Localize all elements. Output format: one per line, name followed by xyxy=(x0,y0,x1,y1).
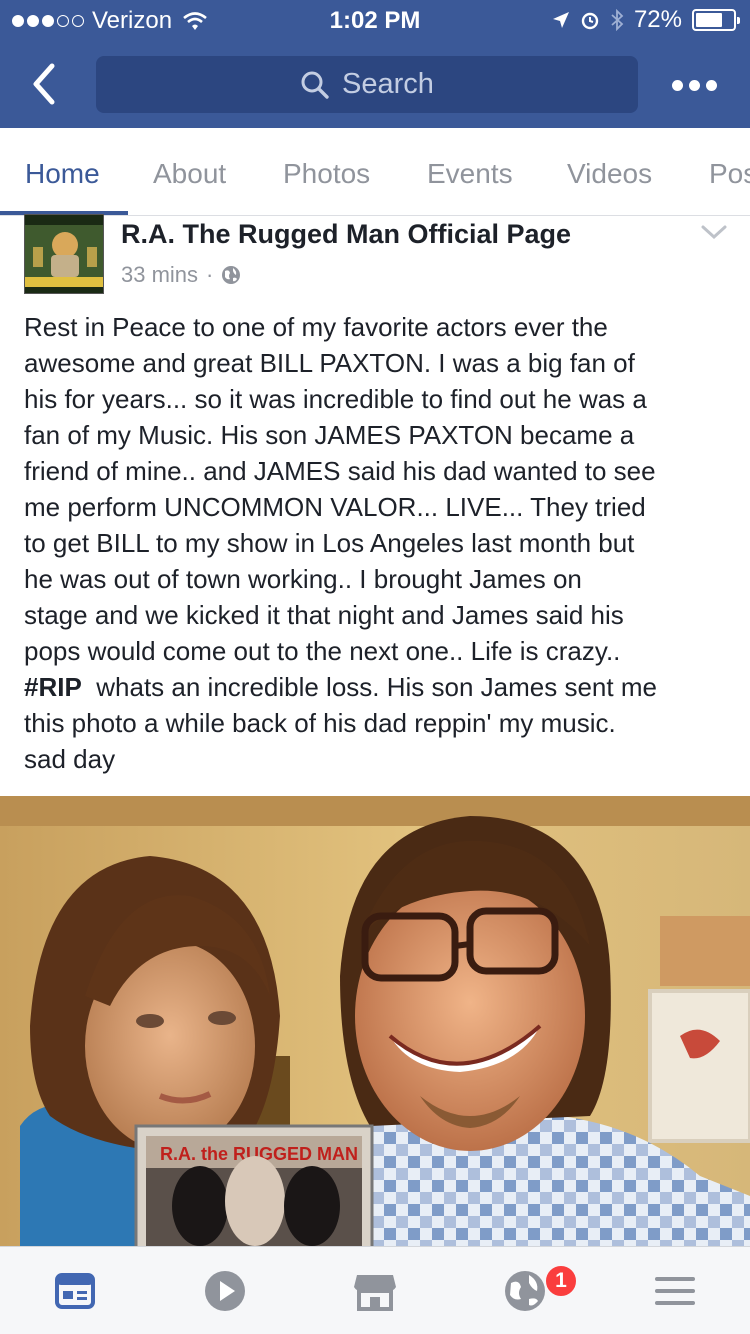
post-text-line: me perform UNCOMMON VALOR... LIVE... The… xyxy=(24,492,646,522)
navigation-bar: Search xyxy=(0,40,750,128)
battery-icon xyxy=(692,9,740,31)
globe-icon xyxy=(222,266,241,284)
video-play-icon xyxy=(205,1271,245,1311)
post-text-line: awesome and great BILL PAXTON. I was a b… xyxy=(24,348,635,378)
post-text-fragment: whats an incredible loss. His son James … xyxy=(81,672,657,702)
tab-events[interactable]: Events xyxy=(427,158,513,190)
tab-videos[interactable]: Videos xyxy=(567,158,652,190)
tab-photos[interactable]: Photos xyxy=(283,158,370,190)
more-options-button[interactable] xyxy=(672,80,717,91)
bluetooth-icon xyxy=(611,9,624,31)
search-input[interactable]: Search xyxy=(96,56,638,113)
tab-home[interactable]: Home xyxy=(25,158,100,190)
hashtag-link[interactable]: #RIP xyxy=(24,672,82,702)
status-bar: Verizon 1:02 PM 72% xyxy=(0,0,750,40)
bottom-tab-bar xyxy=(0,1246,750,1334)
location-arrow-icon xyxy=(552,12,569,28)
notification-badge: 1 xyxy=(544,1264,578,1298)
post-text-line: sad day xyxy=(24,744,116,774)
marketplace-icon xyxy=(354,1275,396,1311)
back-chevron-icon xyxy=(33,63,55,105)
search-icon xyxy=(301,71,329,99)
post-text-line: stage and we kicked it that night and Ja… xyxy=(24,600,624,630)
post-text: Rest in Peace to one of my favorite acto… xyxy=(24,309,736,777)
tab-about[interactable]: About xyxy=(153,158,226,190)
post-text-line: this photo a while back of his dad reppi… xyxy=(24,708,616,738)
post-text-line: his for years... so it was incredible to… xyxy=(24,384,647,414)
back-button[interactable] xyxy=(22,56,66,112)
status-right: 72% xyxy=(552,6,740,34)
post-meta: 33 mins · xyxy=(121,262,241,288)
post-text-line: #RIP whats an incredible loss. His son J… xyxy=(24,669,736,705)
post-text-line: pops would come out to the next one.. Li… xyxy=(24,636,621,666)
news-feed-icon xyxy=(55,1273,95,1309)
post-text-line: to get BILL to my show in Los Angeles la… xyxy=(24,528,635,558)
post-text-line: he was out of town working.. I brought J… xyxy=(24,564,582,594)
post-options-chevron-icon[interactable] xyxy=(700,222,728,242)
post-time[interactable]: 33 mins xyxy=(121,262,198,288)
menu-icon xyxy=(655,1277,695,1305)
post-text-line: friend of mine.. and JAMES said his dad … xyxy=(24,456,656,486)
notifications-tab[interactable] xyxy=(501,1267,549,1315)
battery-percent: 72% xyxy=(633,6,682,33)
page-tabs: Home About Photos Events Videos Pos xyxy=(0,128,750,216)
page-name[interactable]: R.A. The Rugged Man Official Page xyxy=(121,219,571,250)
alarm-icon xyxy=(581,12,599,30)
notifications-globe-icon xyxy=(505,1271,545,1311)
news-feed-tab[interactable] xyxy=(51,1267,99,1315)
post-photo[interactable]: R.A. the RUGGED MAN xyxy=(0,796,750,1248)
search-placeholder: Search xyxy=(342,68,434,100)
post-text-line: Rest in Peace to one of my favorite acto… xyxy=(24,312,608,342)
page-avatar[interactable] xyxy=(24,214,104,294)
meta-separator: · xyxy=(206,262,214,287)
tab-posts[interactable]: Pos xyxy=(709,158,750,190)
marketplace-tab[interactable] xyxy=(351,1267,399,1315)
menu-tab[interactable] xyxy=(651,1267,699,1315)
more-dots-icon xyxy=(672,80,683,91)
post-text-line: fan of my Music. His son JAMES PAXTON be… xyxy=(24,420,635,450)
video-tab[interactable] xyxy=(201,1267,249,1315)
